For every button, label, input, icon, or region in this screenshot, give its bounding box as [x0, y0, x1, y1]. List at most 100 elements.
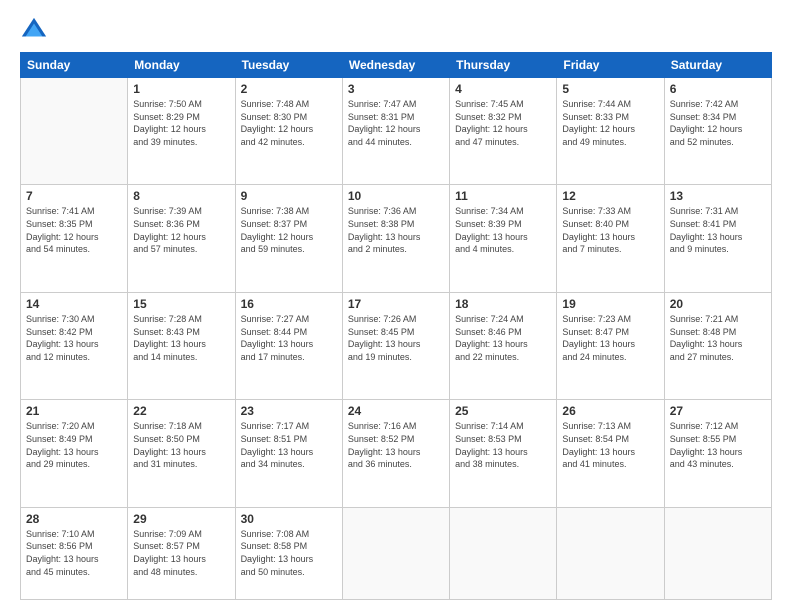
- day-info: Sunrise: 7:24 AM Sunset: 8:46 PM Dayligh…: [455, 313, 551, 363]
- day-number: 8: [133, 189, 229, 203]
- day-number: 14: [26, 297, 122, 311]
- header-friday: Friday: [557, 53, 664, 78]
- calendar-cell: 14 Sunrise: 7:30 AM Sunset: 8:42 PM Dayli…: [21, 292, 128, 399]
- day-info: Sunrise: 7:27 AM Sunset: 8:44 PM Dayligh…: [241, 313, 337, 363]
- calendar-cell: 20 Sunrise: 7:21 AM Sunset: 8:48 PM Dayli…: [664, 292, 771, 399]
- day-number: 9: [241, 189, 337, 203]
- day-number: 21: [26, 404, 122, 418]
- day-number: 24: [348, 404, 444, 418]
- day-info: Sunrise: 7:13 AM Sunset: 8:54 PM Dayligh…: [562, 420, 658, 470]
- calendar-cell: 9 Sunrise: 7:38 AM Sunset: 8:37 PM Daylig…: [235, 185, 342, 292]
- day-number: 3: [348, 82, 444, 96]
- day-number: 10: [348, 189, 444, 203]
- day-info: Sunrise: 7:20 AM Sunset: 8:49 PM Dayligh…: [26, 420, 122, 470]
- day-info: Sunrise: 7:50 AM Sunset: 8:29 PM Dayligh…: [133, 98, 229, 148]
- day-number: 2: [241, 82, 337, 96]
- calendar-cell: 22 Sunrise: 7:18 AM Sunset: 8:50 PM Dayli…: [128, 400, 235, 507]
- calendar-cell: 7 Sunrise: 7:41 AM Sunset: 8:35 PM Daylig…: [21, 185, 128, 292]
- day-info: Sunrise: 7:09 AM Sunset: 8:57 PM Dayligh…: [133, 528, 229, 578]
- calendar-cell: 28 Sunrise: 7:10 AM Sunset: 8:56 PM Dayli…: [21, 507, 128, 599]
- calendar-cell: 4 Sunrise: 7:45 AM Sunset: 8:32 PM Daylig…: [450, 78, 557, 185]
- day-info: Sunrise: 7:42 AM Sunset: 8:34 PM Dayligh…: [670, 98, 766, 148]
- day-info: Sunrise: 7:14 AM Sunset: 8:53 PM Dayligh…: [455, 420, 551, 470]
- day-number: 15: [133, 297, 229, 311]
- calendar-cell: 24 Sunrise: 7:16 AM Sunset: 8:52 PM Dayli…: [342, 400, 449, 507]
- day-number: 7: [26, 189, 122, 203]
- day-number: 12: [562, 189, 658, 203]
- day-info: Sunrise: 7:16 AM Sunset: 8:52 PM Dayligh…: [348, 420, 444, 470]
- calendar-cell: 16 Sunrise: 7:27 AM Sunset: 8:44 PM Dayli…: [235, 292, 342, 399]
- day-number: 25: [455, 404, 551, 418]
- calendar-cell: [450, 507, 557, 599]
- day-number: 1: [133, 82, 229, 96]
- day-number: 26: [562, 404, 658, 418]
- header-saturday: Saturday: [664, 53, 771, 78]
- calendar-cell: 18 Sunrise: 7:24 AM Sunset: 8:46 PM Dayli…: [450, 292, 557, 399]
- day-number: 20: [670, 297, 766, 311]
- calendar-cell: 25 Sunrise: 7:14 AM Sunset: 8:53 PM Dayli…: [450, 400, 557, 507]
- day-info: Sunrise: 7:48 AM Sunset: 8:30 PM Dayligh…: [241, 98, 337, 148]
- calendar-cell: [664, 507, 771, 599]
- day-number: 6: [670, 82, 766, 96]
- logo-icon: [20, 16, 48, 44]
- header-monday: Monday: [128, 53, 235, 78]
- day-info: Sunrise: 7:47 AM Sunset: 8:31 PM Dayligh…: [348, 98, 444, 148]
- day-info: Sunrise: 7:18 AM Sunset: 8:50 PM Dayligh…: [133, 420, 229, 470]
- calendar-cell: 1 Sunrise: 7:50 AM Sunset: 8:29 PM Daylig…: [128, 78, 235, 185]
- calendar-cell: 21 Sunrise: 7:20 AM Sunset: 8:49 PM Dayli…: [21, 400, 128, 507]
- calendar-cell: 30 Sunrise: 7:08 AM Sunset: 8:58 PM Dayli…: [235, 507, 342, 599]
- page: SundayMondayTuesdayWednesdayThursdayFrid…: [0, 0, 792, 612]
- calendar-cell: 15 Sunrise: 7:28 AM Sunset: 8:43 PM Dayli…: [128, 292, 235, 399]
- day-info: Sunrise: 7:30 AM Sunset: 8:42 PM Dayligh…: [26, 313, 122, 363]
- day-info: Sunrise: 7:26 AM Sunset: 8:45 PM Dayligh…: [348, 313, 444, 363]
- day-info: Sunrise: 7:33 AM Sunset: 8:40 PM Dayligh…: [562, 205, 658, 255]
- calendar-cell: 2 Sunrise: 7:48 AM Sunset: 8:30 PM Daylig…: [235, 78, 342, 185]
- calendar-cell: 17 Sunrise: 7:26 AM Sunset: 8:45 PM Dayli…: [342, 292, 449, 399]
- calendar-cell: 6 Sunrise: 7:42 AM Sunset: 8:34 PM Daylig…: [664, 78, 771, 185]
- header-thursday: Thursday: [450, 53, 557, 78]
- calendar-cell: 11 Sunrise: 7:34 AM Sunset: 8:39 PM Dayli…: [450, 185, 557, 292]
- day-number: 16: [241, 297, 337, 311]
- day-number: 19: [562, 297, 658, 311]
- header-row: SundayMondayTuesdayWednesdayThursdayFrid…: [21, 53, 772, 78]
- calendar-cell: 27 Sunrise: 7:12 AM Sunset: 8:55 PM Dayli…: [664, 400, 771, 507]
- calendar-cell: 29 Sunrise: 7:09 AM Sunset: 8:57 PM Dayli…: [128, 507, 235, 599]
- calendar-cell: 12 Sunrise: 7:33 AM Sunset: 8:40 PM Dayli…: [557, 185, 664, 292]
- header-sunday: Sunday: [21, 53, 128, 78]
- day-info: Sunrise: 7:12 AM Sunset: 8:55 PM Dayligh…: [670, 420, 766, 470]
- day-info: Sunrise: 7:23 AM Sunset: 8:47 PM Dayligh…: [562, 313, 658, 363]
- day-info: Sunrise: 7:44 AM Sunset: 8:33 PM Dayligh…: [562, 98, 658, 148]
- day-info: Sunrise: 7:38 AM Sunset: 8:37 PM Dayligh…: [241, 205, 337, 255]
- day-number: 22: [133, 404, 229, 418]
- calendar-cell: 3 Sunrise: 7:47 AM Sunset: 8:31 PM Daylig…: [342, 78, 449, 185]
- day-number: 30: [241, 512, 337, 526]
- day-number: 13: [670, 189, 766, 203]
- calendar-cell: 26 Sunrise: 7:13 AM Sunset: 8:54 PM Dayli…: [557, 400, 664, 507]
- day-number: 18: [455, 297, 551, 311]
- day-number: 4: [455, 82, 551, 96]
- day-info: Sunrise: 7:10 AM Sunset: 8:56 PM Dayligh…: [26, 528, 122, 578]
- day-info: Sunrise: 7:08 AM Sunset: 8:58 PM Dayligh…: [241, 528, 337, 578]
- day-info: Sunrise: 7:45 AM Sunset: 8:32 PM Dayligh…: [455, 98, 551, 148]
- calendar-cell: [557, 507, 664, 599]
- header-wednesday: Wednesday: [342, 53, 449, 78]
- day-number: 5: [562, 82, 658, 96]
- day-info: Sunrise: 7:41 AM Sunset: 8:35 PM Dayligh…: [26, 205, 122, 255]
- header-tuesday: Tuesday: [235, 53, 342, 78]
- day-info: Sunrise: 7:36 AM Sunset: 8:38 PM Dayligh…: [348, 205, 444, 255]
- calendar-cell: [21, 78, 128, 185]
- day-number: 17: [348, 297, 444, 311]
- calendar-cell: 19 Sunrise: 7:23 AM Sunset: 8:47 PM Dayli…: [557, 292, 664, 399]
- day-info: Sunrise: 7:31 AM Sunset: 8:41 PM Dayligh…: [670, 205, 766, 255]
- day-info: Sunrise: 7:21 AM Sunset: 8:48 PM Dayligh…: [670, 313, 766, 363]
- day-number: 11: [455, 189, 551, 203]
- day-info: Sunrise: 7:28 AM Sunset: 8:43 PM Dayligh…: [133, 313, 229, 363]
- calendar-cell: 23Sunrise: 7:17 AM Sunset: 8:51 PM Dayli…: [235, 400, 342, 507]
- day-number: 28: [26, 512, 122, 526]
- logo: [20, 16, 52, 44]
- day-number: 27: [670, 404, 766, 418]
- day-info: Sunrise: 7:34 AM Sunset: 8:39 PM Dayligh…: [455, 205, 551, 255]
- calendar-cell: 8Sunrise: 7:39 AM Sunset: 8:36 PM Daylig…: [128, 185, 235, 292]
- day-number: 29: [133, 512, 229, 526]
- header: [20, 16, 772, 44]
